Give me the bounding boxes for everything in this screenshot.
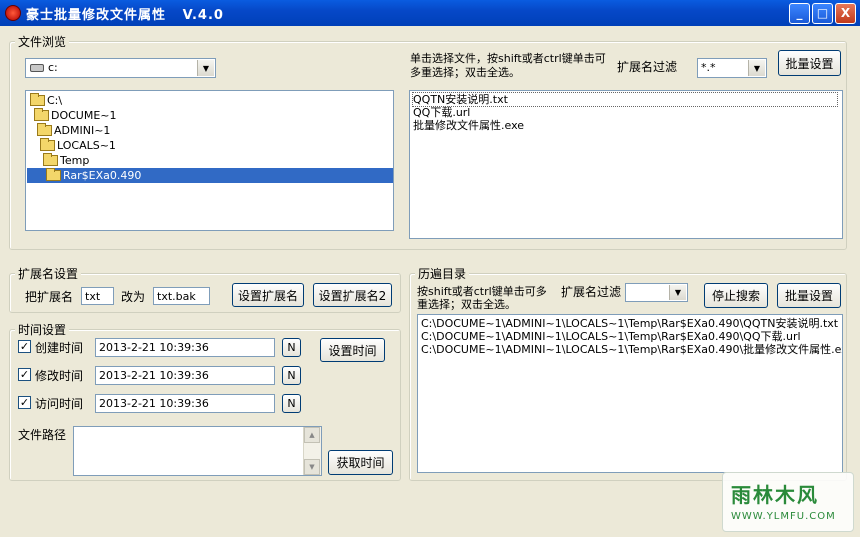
list-item[interactable]: C:\DOCUME~1\ADMINI~1\LOCALS~1\Temp\Rar$E… [421, 343, 842, 356]
watermark-logo: 雨林木风 WWW.YLMFU.COM [722, 472, 854, 532]
get-time-button[interactable]: 获取时间 [328, 450, 393, 475]
tree-item[interactable]: ADMINI~1 [37, 123, 110, 138]
tree-item[interactable]: LOCALS~1 [40, 138, 116, 153]
browse-hint-line2: 多重选择；双击全选。 [410, 66, 520, 79]
stop-search-button[interactable]: 停止搜索 [704, 283, 768, 308]
ext-filter-label: 扩展名过滤 [617, 60, 678, 74]
access-time-label: 访问时间 [35, 397, 84, 411]
minimize-button[interactable]: _ [789, 3, 810, 24]
ext-filter-value: *.* [701, 61, 716, 74]
app-icon[interactable] [5, 5, 21, 21]
list-item[interactable]: 批量修改文件属性.exe [413, 119, 839, 132]
ext-to-label: 改为 [121, 290, 146, 304]
access-time-input[interactable]: 2013-2-21 10:39:36 [95, 394, 275, 413]
list-item[interactable]: C:\DOCUME~1\ADMINI~1\LOCALS~1\Temp\Rar$E… [421, 317, 839, 330]
set-ext-button[interactable]: 设置扩展名 [232, 283, 304, 307]
modify-time-checkbox[interactable]: ✓ [18, 368, 31, 381]
batch-set-button[interactable]: 批量设置 [778, 50, 841, 76]
modify-time-input[interactable]: 2013-2-21 10:39:36 [95, 366, 275, 385]
create-time-input[interactable]: 2013-2-21 10:39:36 [95, 338, 275, 357]
history-hint-line2: 重选择；双击全选。 [417, 298, 516, 311]
history-batch-set-button[interactable]: 批量设置 [777, 283, 841, 308]
chevron-down-icon[interactable]: ▼ [748, 60, 765, 76]
folder-open-icon [46, 168, 61, 181]
scroll-up-icon[interactable]: ▲ [304, 427, 320, 443]
ext-to-input[interactable]: txt.bak [153, 287, 210, 305]
create-time-checkbox[interactable]: ✓ [18, 340, 31, 353]
title-bar[interactable]: 豪士批量修改文件属性 V.4.0 _ □ X [0, 0, 860, 26]
close-button[interactable]: X [835, 3, 856, 24]
tree-item[interactable]: Temp [43, 153, 89, 168]
set-ext2-button[interactable]: 设置扩展名2 [313, 283, 392, 307]
access-time-now-button[interactable]: N [282, 394, 301, 413]
history-filter-select[interactable]: ▼ [625, 283, 688, 302]
window-title: 豪士批量修改文件属性 V.4.0 [26, 8, 224, 23]
create-time-now-button[interactable]: N [282, 338, 301, 357]
scroll-down-icon[interactable]: ▼ [304, 459, 320, 475]
chevron-down-icon[interactable]: ▼ [669, 285, 686, 300]
tree-item[interactable]: C:\ [30, 93, 62, 108]
file-path-label: 文件路径 [18, 428, 67, 442]
maximize-button[interactable]: □ [812, 3, 833, 24]
folder-tree[interactable]: C:\ DOCUME~1 ADMINI~1 LOCALS~1 Temp Rar$… [25, 90, 394, 231]
file-list[interactable]: QQTN安装说明.txt QQ下载.url 批量修改文件属性.exe [409, 90, 843, 239]
chevron-down-icon[interactable]: ▼ [197, 60, 214, 76]
ext-from-input[interactable]: txt [81, 287, 114, 305]
modify-time-now-button[interactable]: N [282, 366, 301, 385]
scrollbar[interactable]: ▲ ▼ [303, 427, 321, 475]
folder-open-icon [40, 138, 55, 151]
ext-settings-legend: 扩展名设置 [15, 265, 82, 282]
create-time-label: 创建时间 [35, 341, 84, 355]
history-filter-label: 扩展名过滤 [561, 285, 622, 299]
tree-item-selected[interactable]: Rar$EXa0.490 [27, 168, 393, 183]
watermark-text: 雨林木风 [731, 483, 819, 507]
watermark-url: WWW.YLMFU.COM [731, 511, 836, 522]
history-legend: 历遍目录 [415, 265, 470, 282]
folder-open-icon [34, 108, 49, 121]
list-item[interactable]: C:\DOCUME~1\ADMINI~1\LOCALS~1\Temp\Rar$E… [421, 330, 839, 343]
list-item[interactable]: QQ下载.url [413, 106, 839, 119]
drive-select[interactable]: c: ▼ [25, 58, 216, 78]
set-time-button[interactable]: 设置时间 [320, 338, 385, 362]
tree-item[interactable]: DOCUME~1 [34, 108, 117, 123]
access-time-checkbox[interactable]: ✓ [18, 396, 31, 409]
folder-open-icon [30, 93, 45, 106]
folder-open-icon [43, 153, 58, 166]
file-browse-legend: 文件浏览 [15, 33, 70, 50]
drive-icon [30, 64, 44, 72]
time-settings-legend: 时间设置 [15, 321, 70, 338]
drive-value: c: [48, 61, 58, 74]
ext-filter-select[interactable]: *.* ▼ [697, 58, 767, 78]
ext-from-label: 把扩展名 [25, 290, 74, 304]
modify-time-label: 修改时间 [35, 369, 84, 383]
list-item[interactable]: QQTN安装说明.txt [412, 92, 838, 107]
folder-open-icon [37, 123, 52, 136]
history-path-list[interactable]: C:\DOCUME~1\ADMINI~1\LOCALS~1\Temp\Rar$E… [417, 314, 843, 473]
file-path-textarea[interactable]: ▲ ▼ [73, 426, 322, 476]
